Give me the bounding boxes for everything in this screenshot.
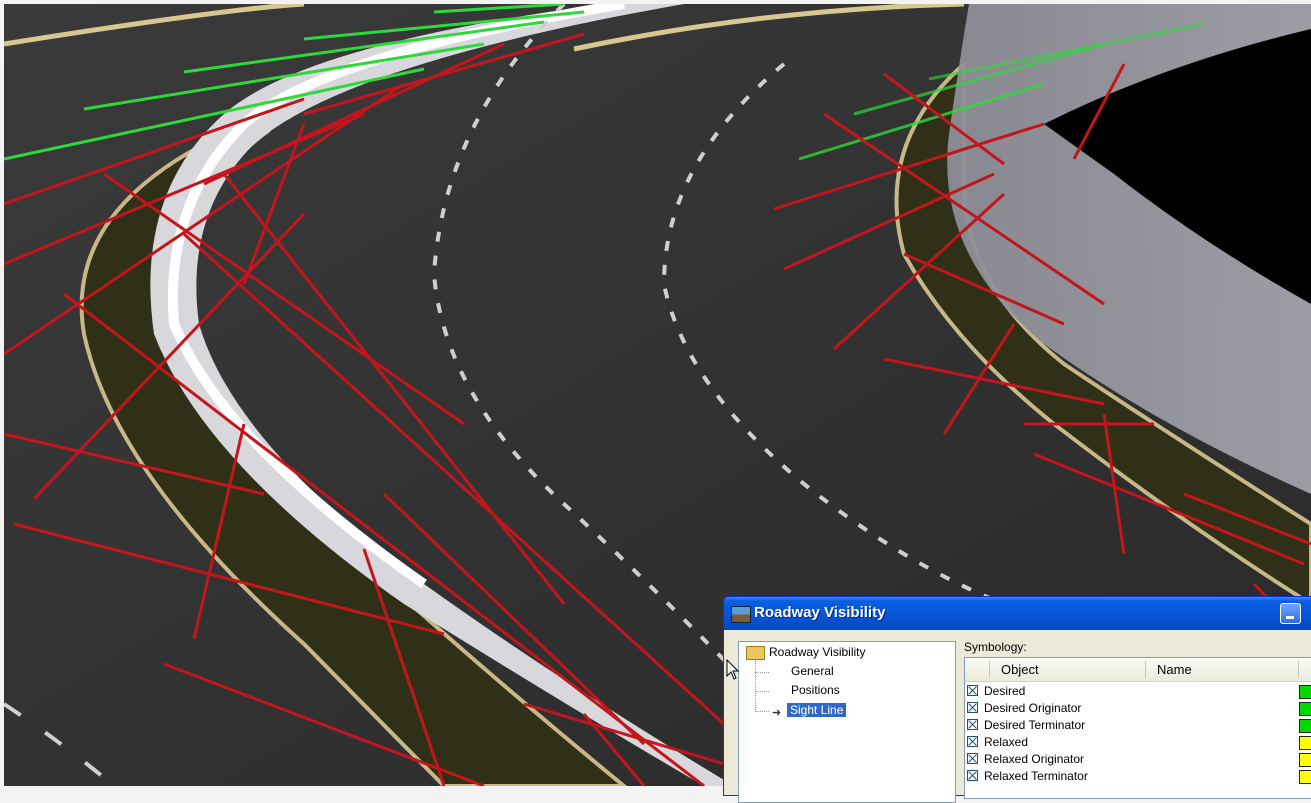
selected-tree-label: Sight Line [787, 703, 846, 717]
column-divider [1145, 661, 1146, 678]
settings-tree: Roadway Visibility General Positions ➜ S… [738, 641, 956, 803]
checkbox[interactable] [967, 736, 978, 747]
tree-item-general[interactable]: General [791, 663, 834, 679]
tree-connector [755, 672, 769, 673]
dialog-titlebar[interactable]: Roadway Visibility [724, 597, 1311, 630]
list-item[interactable]: Desired [967, 683, 1025, 700]
roadway-visibility-dialog: Roadway Visibility Roadway Visibility Ge… [723, 596, 1311, 796]
column-header-name[interactable]: Name [1157, 662, 1192, 677]
tree-item-sight-line[interactable]: Sight Line [787, 702, 846, 718]
dialog-title: Roadway Visibility [754, 604, 885, 621]
current-item-arrow-icon: ➜ [772, 706, 781, 719]
color-swatch[interactable] [1299, 770, 1311, 784]
folder-icon [746, 646, 765, 660]
checkbox[interactable] [967, 770, 978, 781]
tree-connector [755, 691, 769, 692]
object-label: Relaxed [984, 735, 1028, 749]
color-swatch[interactable] [1299, 736, 1311, 750]
color-swatch[interactable] [1299, 685, 1311, 699]
object-label: Relaxed Originator [984, 752, 1084, 766]
tree-root[interactable]: Roadway Visibility [769, 644, 866, 660]
object-label: Desired [984, 684, 1025, 698]
column-header-object[interactable]: Object [1001, 662, 1039, 677]
list-item[interactable]: Relaxed Originator [967, 751, 1084, 768]
checkbox[interactable] [967, 702, 978, 713]
symbology-list: Object Name Desired Desired Originator D… [964, 657, 1311, 799]
color-swatch[interactable] [1299, 753, 1311, 767]
column-divider [1298, 661, 1299, 678]
tree-item-positions[interactable]: Positions [791, 682, 840, 698]
object-label: Desired Originator [984, 701, 1081, 715]
tree-connector [755, 660, 756, 712]
color-swatch[interactable] [1299, 702, 1311, 716]
color-swatch[interactable] [1299, 719, 1311, 733]
list-item[interactable]: Relaxed [967, 734, 1028, 751]
symbology-label: Symbology: [964, 640, 1027, 654]
tree-connector [755, 711, 769, 712]
column-divider [989, 661, 990, 678]
checkbox[interactable] [967, 685, 978, 696]
app-icon [731, 606, 751, 623]
mouse-pointer-icon [726, 659, 740, 681]
list-header: Object Name [965, 658, 1311, 682]
object-label: Desired Terminator [984, 718, 1085, 732]
object-label: Relaxed Terminator [984, 769, 1088, 783]
minimize-button[interactable] [1280, 603, 1301, 624]
list-item[interactable]: Desired Originator [967, 700, 1081, 717]
list-item[interactable]: Desired Terminator [967, 717, 1085, 734]
checkbox[interactable] [967, 719, 978, 730]
list-item[interactable]: Relaxed Terminator [967, 768, 1088, 785]
checkbox[interactable] [967, 753, 978, 764]
